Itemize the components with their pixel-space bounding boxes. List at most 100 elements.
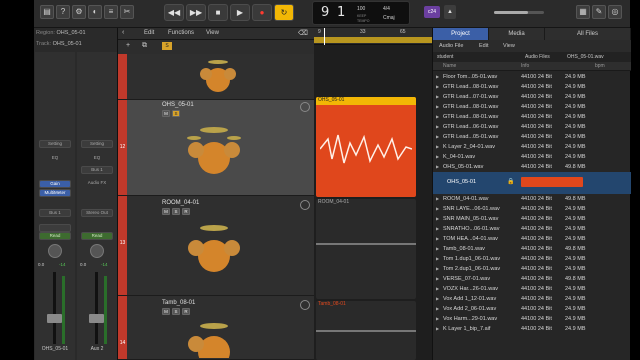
stop-button[interactable]: ■ [208, 4, 228, 21]
mute-button[interactable]: M [162, 110, 170, 117]
add-track-icon[interactable]: + [126, 42, 130, 49]
help-icon[interactable]: ? [56, 5, 70, 19]
view-menu[interactable]: View [206, 30, 219, 36]
tab-all-files[interactable]: All Files [545, 28, 631, 40]
send-slot[interactable]: Bus 1 [39, 209, 71, 217]
mute-button[interactable]: M [162, 208, 170, 215]
output-slot[interactable] [39, 224, 71, 232]
lcd-display[interactable]: 9 1 100 KEEP TEMPO 4/4 Cmaj [312, 1, 410, 25]
count-in-badge[interactable]: c24 [424, 6, 440, 18]
multimeter-plugin-slot[interactable]: MultiMeter [39, 189, 71, 197]
track-name[interactable]: OHS_05-01 [162, 102, 194, 108]
forward-button[interactable]: ▶▶ [186, 4, 206, 21]
editors-icon[interactable]: ✂ [120, 5, 134, 19]
file-row[interactable]: ▶ GTR Lead...08-01.wav 44100 24 Bit 24.9 MB [433, 112, 617, 122]
file-row[interactable]: ▶ Tom 2.dup1_06-01.wav 44100 24 Bit 24.9 MB [433, 264, 617, 274]
rewind-button[interactable]: ◀◀ [164, 4, 184, 21]
track-name[interactable]: ROOM_04-01 [162, 200, 199, 206]
track-row[interactable]: 14 Tamb_08-01 M S R [118, 296, 314, 360]
track-row[interactable] [118, 54, 314, 100]
tab-project[interactable]: Project [433, 28, 489, 40]
file-row[interactable]: ▶ Vox Harm...29-01.wav 44100 24 Bit 24.9 MB [433, 314, 617, 324]
file-row[interactable]: ▶ Tom 1.dup1_06-01.wav 44100 24 Bit 24.9 MB [433, 254, 617, 264]
automation-mode[interactable]: Read [39, 232, 71, 240]
global-tracks-icon[interactable]: ⧉ [142, 42, 147, 50]
region-inspector-row[interactable]: Region: OHS_05-01 [36, 28, 116, 39]
aux-output-slot[interactable]: Stereo Out [81, 209, 113, 217]
file-row[interactable]: ▶ Vox Add 2_06-01.wav 44100 24 Bit 24.9 MB [433, 304, 617, 314]
track-inspector-row[interactable]: Track: OHS_05-01 [36, 39, 116, 50]
path-audio-files[interactable]: Audio Files [525, 54, 550, 60]
record-enable-button[interactable]: R [182, 208, 190, 215]
browser-view-menu[interactable]: View [503, 43, 515, 49]
library-icon[interactable]: ▤ [40, 5, 54, 19]
waveform-preview[interactable] [521, 177, 583, 187]
pan-knob[interactable] [48, 244, 62, 258]
column-name[interactable]: Name [443, 63, 456, 69]
browser-edit-menu[interactable]: Edit [479, 43, 488, 49]
column-info[interactable]: Info [521, 63, 529, 69]
solo-button[interactable]: S [172, 110, 180, 117]
file-row[interactable]: ▶ K_04-01.wav 44100 24 Bit 24.9 MB [433, 152, 617, 162]
solo-button[interactable]: S [172, 208, 180, 215]
solo-button[interactable]: S [172, 308, 180, 315]
file-row[interactable]: ▶ TOM HEA...04-01.wav 44100 24 Bit 24.9 MB [433, 234, 617, 244]
playhead[interactable] [324, 28, 325, 45]
track-name[interactable]: Tamb_08-01 [162, 300, 195, 306]
play-button[interactable]: ▶ [230, 4, 250, 21]
file-row[interactable]: ▶ GTR Lead...06-01.wav 44100 24 Bit 24.9 MB [433, 122, 617, 132]
loop-browser-icon[interactable]: ◎ [608, 5, 622, 19]
file-row[interactable]: ▶ SNRATHO...06-01.wav 44100 24 Bit 24.9 MB [433, 224, 617, 234]
audio-region[interactable]: Tamb_08-01 [316, 301, 416, 360]
file-row[interactable]: ▶ VERSE_07-01.wav 44100 24 Bit 49.8 MB [433, 274, 617, 284]
file-row[interactable]: ▶ Floor Tom...05-01.wav 44100 24 Bit 24.9 M… [433, 72, 617, 82]
trash-icon[interactable]: ⌫ [298, 29, 308, 37]
aux-volume-fader[interactable] [89, 314, 104, 323]
file-row[interactable]: ▶ OHS_05-01.wav 44100 24 Bit 49.8 MB [433, 162, 617, 172]
solo-all-button[interactable]: S [162, 42, 172, 50]
master-volume-slider[interactable] [494, 11, 544, 14]
metronome-icon[interactable]: ▲ [444, 5, 456, 19]
file-row[interactable]: ▶ Tamb_08-01.wav 44100 24 Bit 49.8 MB [433, 244, 617, 254]
file-row[interactable]: ▶ VOZX Har...26-01.wav 44100 24 Bit 24.9 MB [433, 284, 617, 294]
track-row[interactable]: 12 OHS_05-01 M S [118, 100, 314, 196]
eq-display[interactable]: EQ [39, 155, 71, 163]
audio-file-menu[interactable]: Audio File [439, 43, 463, 49]
cycle-area[interactable] [314, 37, 432, 43]
file-row[interactable]: ▶ SNR LAYE...06-01.wav 44100 24 Bit 24.9 MB [433, 204, 617, 214]
tab-media[interactable]: Media [489, 28, 545, 40]
ruler[interactable]: 9 33 65 [314, 28, 432, 45]
track-volume-knob[interactable] [300, 300, 310, 310]
track-row[interactable]: 13 ROOM_04-01 M S R [118, 196, 314, 296]
path-user[interactable]: student [437, 54, 453, 60]
setting-button[interactable]: Setting [39, 140, 71, 148]
file-row[interactable]: ▶ K Layer 2_04-01.wav 44100 24 Bit 24.9 MB [433, 142, 617, 152]
audio-region[interactable]: OHS_05-01 [316, 97, 416, 197]
aux-eq-display[interactable]: EQ [81, 155, 113, 163]
file-row[interactable]: ▶ ROOM_04-01.wav 44100 24 Bit 49.8 MB [433, 194, 617, 204]
file-row[interactable]: ▶ Vox Add 1_12-01.wav 44100 24 Bit 24.9 MB [433, 294, 617, 304]
track-volume-knob[interactable] [300, 200, 310, 210]
file-row[interactable]: ▶ GTR Lead...05-01.wav 44100 24 Bit 24.9 MB [433, 132, 617, 142]
volume-fader[interactable] [47, 314, 62, 323]
column-bpm[interactable]: bpm [595, 63, 605, 69]
track-volume-knob[interactable] [300, 102, 310, 112]
smart-controls-icon[interactable]: ◐ [88, 5, 102, 19]
edit-menu[interactable]: Edit [144, 30, 154, 36]
record-enable-button[interactable]: R [182, 308, 190, 315]
functions-menu[interactable]: Functions [168, 30, 194, 36]
path-file[interactable]: OHS_05-01.wav [567, 54, 604, 60]
gain-plugin-slot[interactable]: Gain [39, 180, 71, 188]
toolbar-icon[interactable]: ⚙ [72, 5, 86, 19]
file-row[interactable]: ▶ K Layer 1_bip_7.aif 44100 24 Bit 24.9 MB [433, 324, 617, 334]
mixer-icon[interactable]: ≡ [104, 5, 118, 19]
audio-region[interactable]: ROOM_04-01 [316, 199, 416, 299]
aux-setting-button[interactable]: Setting [81, 140, 113, 148]
file-row[interactable]: ▶ GTR Lead...07-01.wav 44100 24 Bit 24.9 MB [433, 92, 617, 102]
record-button[interactable]: ● [252, 4, 272, 21]
file-row[interactable]: ▶ GTR Lead...08-01.wav 44100 24 Bit 24.9 MB [433, 82, 617, 92]
expanded-file-detail[interactable]: OHS_05-01 🔒 [433, 172, 631, 194]
notepad-icon[interactable]: ✎ [592, 5, 606, 19]
file-row[interactable]: ▶ GTR Lead...08-01.wav 44100 24 Bit 24.9 MB [433, 102, 617, 112]
list-editors-icon[interactable]: ▦ [576, 5, 590, 19]
